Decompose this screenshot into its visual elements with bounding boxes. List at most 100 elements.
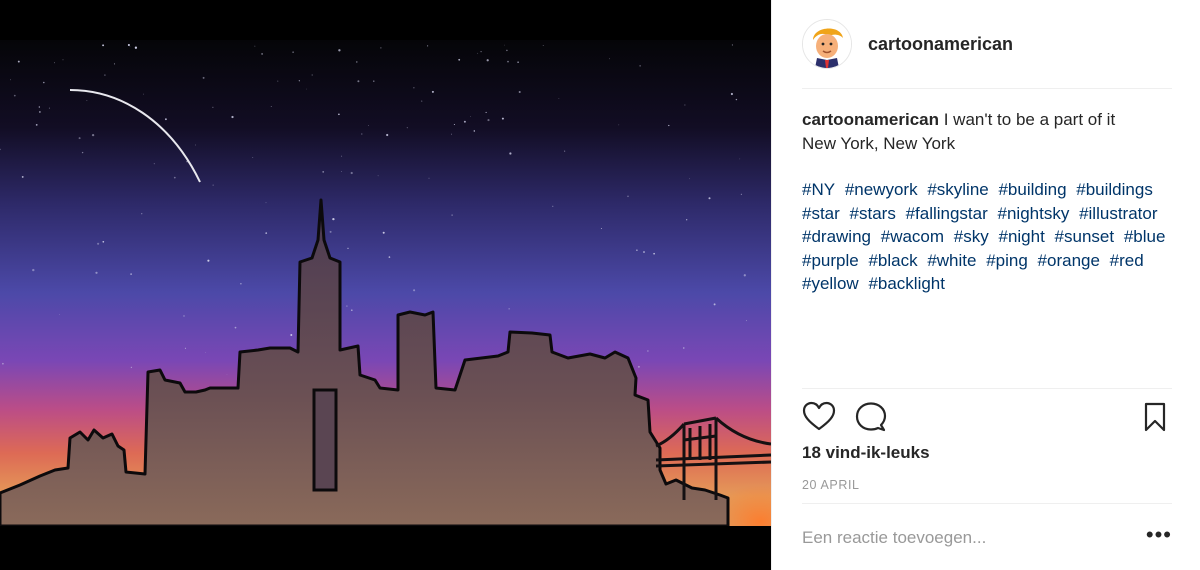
star	[234, 326, 237, 329]
star	[507, 60, 509, 63]
star	[451, 214, 453, 216]
hashtag-link[interactable]: #stars	[850, 204, 896, 223]
star	[730, 92, 733, 96]
star	[102, 44, 105, 47]
star	[35, 123, 38, 126]
star	[62, 59, 64, 61]
star	[708, 197, 711, 200]
star	[380, 47, 382, 49]
skyline-illustration	[0, 0, 771, 570]
post-media[interactable]	[0, 0, 771, 570]
star	[212, 184, 214, 186]
star	[373, 80, 375, 82]
star	[32, 268, 35, 272]
star	[202, 76, 205, 79]
star	[265, 202, 267, 204]
hashtag-link[interactable]: #blue	[1124, 227, 1166, 246]
star	[113, 63, 116, 65]
star	[743, 274, 746, 277]
star	[609, 58, 610, 60]
divider	[802, 503, 1172, 504]
star	[552, 205, 554, 207]
star	[413, 289, 416, 292]
divider	[802, 388, 1172, 389]
star	[473, 130, 476, 132]
caption-place: New York, New York	[802, 133, 956, 153]
star	[290, 334, 293, 336]
star	[486, 59, 489, 62]
hashtag-link[interactable]: #sunset	[1055, 227, 1115, 246]
hashtag-link[interactable]: #building	[998, 180, 1066, 199]
hashtag-link[interactable]: #fallingstar	[906, 204, 988, 223]
star	[600, 228, 602, 229]
star	[637, 365, 640, 368]
star	[427, 45, 429, 47]
avatar[interactable]	[802, 19, 852, 69]
star	[265, 232, 268, 234]
star	[458, 58, 461, 61]
header-username[interactable]: cartoonamerican	[868, 34, 1013, 55]
star	[164, 118, 167, 121]
star	[739, 158, 741, 160]
hashtag-link[interactable]: #drawing	[802, 227, 871, 246]
hashtag-link[interactable]: #nightsky	[998, 204, 1070, 223]
hashtag-link[interactable]: #illustrator	[1079, 204, 1157, 223]
star	[382, 231, 385, 234]
star	[54, 62, 55, 64]
save-button[interactable]	[1138, 400, 1172, 434]
hashtag-link[interactable]: #sky	[954, 227, 989, 246]
hashtag-link[interactable]: #purple	[802, 251, 859, 270]
more-options-icon[interactable]: •••	[1146, 524, 1172, 546]
star	[341, 155, 343, 157]
post-date[interactable]: 20 APRIL	[802, 478, 860, 492]
star	[298, 80, 300, 82]
hashtag-link[interactable]: #ping	[986, 251, 1028, 270]
star	[509, 152, 512, 155]
star	[17, 60, 20, 63]
hashtag-link[interactable]: #wacom	[881, 227, 944, 246]
star	[240, 283, 242, 285]
star	[226, 373, 228, 375]
post-caption: cartoonamerican I wan't to be a part of …	[802, 108, 1182, 296]
star	[207, 259, 210, 262]
hashtag-link[interactable]: #newyork	[845, 180, 918, 199]
hashtag-link[interactable]: #black	[868, 251, 917, 270]
hashtag-link[interactable]: #buildings	[1076, 180, 1153, 199]
like-button[interactable]	[802, 400, 836, 434]
hashtag-link[interactable]: #skyline	[927, 180, 988, 199]
star	[639, 65, 641, 67]
caption-username[interactable]: cartoonamerican	[802, 110, 939, 129]
star	[350, 171, 353, 175]
hashtag-link[interactable]: #NY	[802, 180, 835, 199]
star	[130, 366, 133, 369]
hashtag-link[interactable]: #red	[1110, 251, 1144, 270]
hashtag-link[interactable]: #orange	[1038, 251, 1100, 270]
hashtag-link[interactable]: #white	[927, 251, 976, 270]
hashtag-link[interactable]: #star	[802, 204, 840, 223]
star	[377, 175, 379, 177]
star	[311, 74, 313, 76]
hashtag-link[interactable]: #yellow	[802, 274, 859, 293]
star	[78, 137, 81, 140]
star	[428, 177, 430, 179]
star	[485, 111, 487, 113]
comment-button[interactable]	[854, 400, 888, 434]
star	[636, 249, 638, 251]
star	[713, 303, 716, 306]
star	[322, 171, 325, 173]
star	[501, 117, 504, 120]
hashtag-link[interactable]: #backlight	[868, 274, 945, 293]
star	[48, 107, 50, 109]
star	[689, 178, 690, 180]
star	[59, 314, 60, 315]
star	[338, 113, 340, 116]
star	[195, 144, 196, 146]
star	[81, 151, 84, 154]
comment-input[interactable]	[802, 528, 1132, 548]
star	[143, 93, 145, 95]
star	[252, 157, 254, 158]
like-count[interactable]: 18 vind-ik-leuks	[802, 443, 930, 463]
star	[683, 347, 685, 349]
star	[184, 347, 186, 349]
hashtag-link[interactable]: #night	[998, 227, 1044, 246]
